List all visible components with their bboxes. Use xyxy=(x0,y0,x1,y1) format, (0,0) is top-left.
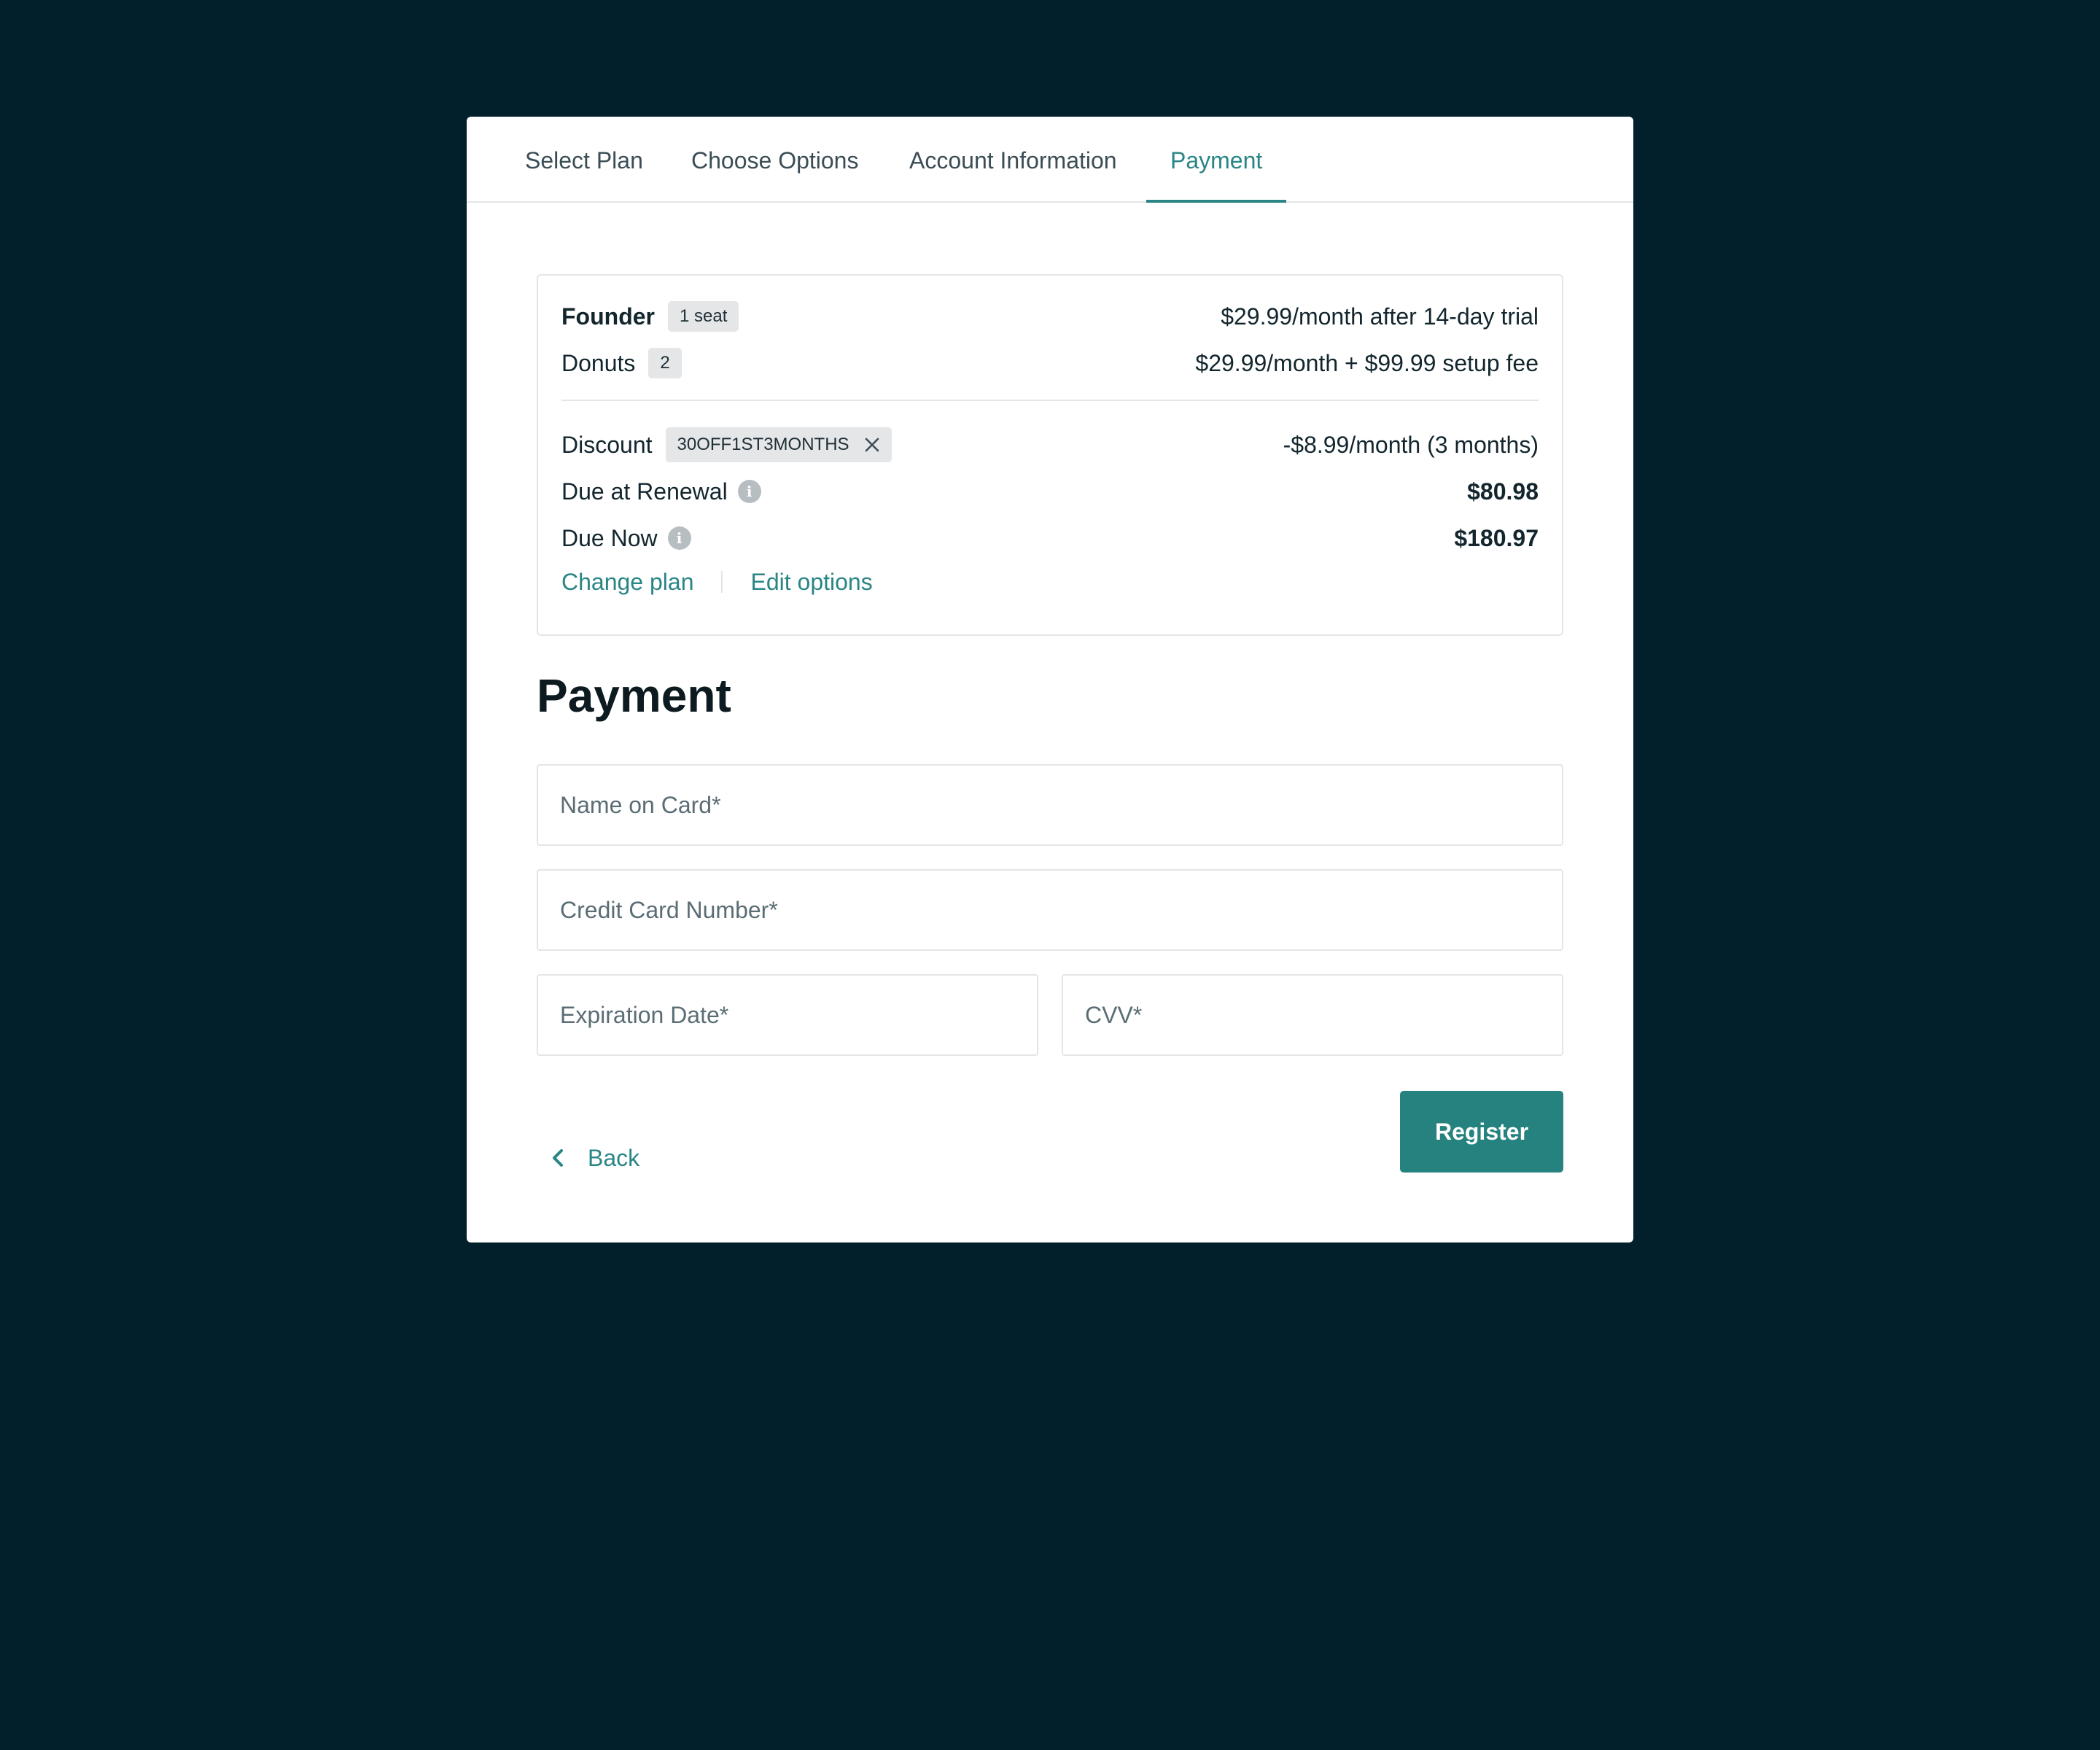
cvv-input[interactable] xyxy=(1063,976,1562,1054)
coupon-code: 30OFF1ST3MONTHS xyxy=(677,435,849,454)
addon-quantity-badge: 2 xyxy=(648,348,682,378)
renewal-amount: $80.98 xyxy=(1467,478,1539,505)
card-number-field xyxy=(537,869,1563,951)
discount-label: Discount xyxy=(561,431,653,458)
summary-row-addon: Donuts 2 $29.99/month + $99.99 setup fee xyxy=(561,346,1539,381)
discount-amount: -$8.99/month (3 months) xyxy=(1283,431,1539,458)
change-plan-link[interactable]: Change plan xyxy=(561,569,693,596)
info-icon[interactable]: i xyxy=(737,480,761,503)
card-number-input[interactable] xyxy=(538,871,1562,949)
cvv-field xyxy=(1062,974,1563,1056)
tab-choose-options[interactable]: Choose Options xyxy=(691,117,858,203)
registration-card: Select Plan Choose Options Account Infor… xyxy=(467,117,1633,1242)
back-button[interactable]: Back xyxy=(537,1132,639,1184)
payment-title: Payment xyxy=(537,669,731,722)
name-on-card-input[interactable] xyxy=(538,766,1562,844)
edit-options-link[interactable]: Edit options xyxy=(750,569,872,596)
register-button[interactable]: Register xyxy=(1400,1091,1563,1172)
renewal-label: Due at Renewal xyxy=(561,478,728,505)
back-label: Back xyxy=(588,1144,640,1171)
tab-select-plan[interactable]: Select Plan xyxy=(525,117,643,203)
plan-price: $29.99/month after 14-day trial xyxy=(1221,303,1539,330)
expiration-date-field xyxy=(537,974,1038,1056)
active-tab-indicator xyxy=(1146,200,1286,203)
summary-row-renewal: Due at Renewal i $80.98 xyxy=(561,474,1539,509)
plan-name: Founder xyxy=(561,303,655,330)
expiration-date-input[interactable] xyxy=(538,976,1037,1054)
chevron-left-icon xyxy=(544,1143,573,1172)
summary-links: Change plan Edit options xyxy=(561,564,873,599)
coupon-chip: 30OFF1ST3MONTHS xyxy=(665,427,892,462)
step-tabs: Select Plan Choose Options Account Infor… xyxy=(467,117,1633,203)
due-now-amount: $180.97 xyxy=(1454,524,1539,551)
info-icon[interactable]: i xyxy=(667,526,691,550)
link-divider xyxy=(721,571,723,593)
order-summary: Founder 1 seat $29.99/month after 14-day… xyxy=(537,274,1563,636)
addon-price: $29.99/month + $99.99 setup fee xyxy=(1195,349,1539,376)
due-now-label: Due Now xyxy=(561,524,658,551)
summary-divider xyxy=(561,400,1539,401)
plan-seat-badge: 1 seat xyxy=(667,301,739,332)
summary-row-plan: Founder 1 seat $29.99/month after 14-day… xyxy=(561,299,1539,334)
close-icon[interactable] xyxy=(864,437,880,453)
addon-name: Donuts xyxy=(561,349,636,376)
tab-account-information[interactable]: Account Information xyxy=(909,117,1117,203)
name-on-card-field xyxy=(537,764,1563,846)
summary-row-discount: Discount 30OFF1ST3MONTHS -$8.99/month (3… xyxy=(561,427,1539,462)
summary-row-due-now: Due Now i $180.97 xyxy=(561,521,1539,556)
tab-payment[interactable]: Payment xyxy=(1170,117,1262,203)
